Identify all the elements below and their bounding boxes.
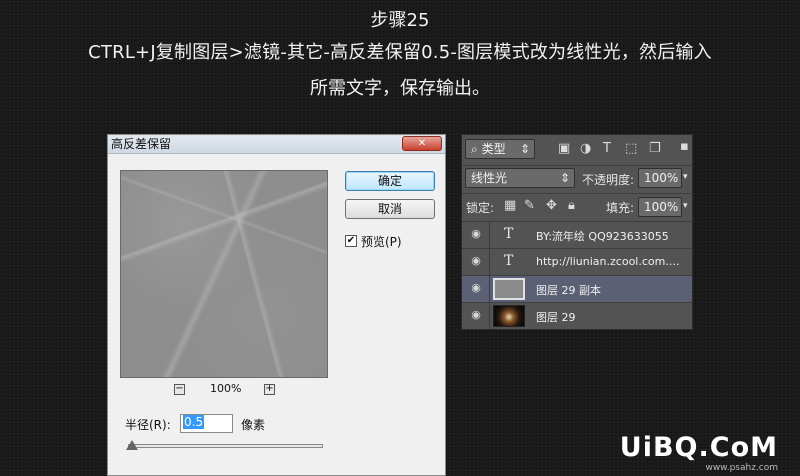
radius-input[interactable]: 0.5 [180,414,233,433]
divider [489,249,490,275]
blend-mode-value: 线性光 [471,171,508,185]
layer-row[interactable]: ◉ T http://liunian.zcool.com.... [462,248,692,275]
layer-row[interactable]: ◉ T BY:流年绘 QQ923633055 [462,221,692,248]
step-title: 步骤25 [370,10,430,31]
layer-thumbnail [493,278,525,300]
layer-name[interactable]: http://liunian.zcool.com.... [536,255,679,268]
eye-icon[interactable]: ◉ [469,254,483,268]
radius-slider-thumb[interactable] [126,440,138,450]
adjustment-filter-icon[interactable]: ◑ [580,141,591,156]
high-pass-dialog: 高反差保留 ✕ − 100% + 确定 取消 ✔ 预览(P) 半径(R): 0.… [107,134,446,476]
layer-filter-dropdown[interactable]: ⌕ 类型 ⇕ [465,139,535,159]
lock-transparent-icon[interactable]: ▦ [504,198,516,213]
layer-thumbnail [493,305,525,327]
eye-icon[interactable]: ◉ [469,227,483,241]
radius-value: 0.5 [183,415,205,429]
watermark-logo: UiBQ.CoM [619,432,778,463]
text-layer-icon: T [504,226,514,242]
divider [489,222,490,248]
layer-filter-label: 类型 [481,142,506,156]
lock-all-icon[interactable]: 🔒︎ [568,198,575,213]
layer-filter-row: ⌕ 类型 ⇕ ▣ ◑ T ⬚ ❐ ▪ [462,139,692,161]
fill-label: 填充: [606,201,635,215]
fill-dropdown-icon[interactable]: ▾ [683,201,688,211]
eye-icon[interactable]: ◉ [469,308,483,322]
smart-object-filter-icon[interactable]: ❐ [649,141,661,156]
site-watermark: UiBQ.CoM www.psahz.com [619,432,778,473]
close-button[interactable]: ✕ [402,136,442,151]
eye-icon[interactable]: ◉ [469,281,483,295]
lock-position-icon[interactable]: ✥ [546,198,557,213]
radius-unit: 像素 [241,418,266,432]
zoom-level: 100% [210,382,242,395]
divider [489,303,490,329]
text-layer-icon: T [504,253,514,269]
filter-preview-image[interactable] [120,170,328,378]
dropdown-arrows-icon: ⇕ [559,171,570,185]
search-icon: ⌕ [471,142,478,156]
pixel-filter-icon[interactable]: ▣ [558,141,570,156]
filter-toggle-icon[interactable]: ▪ [680,139,689,154]
blend-mode-dropdown[interactable]: 线性光 ⇕ [465,168,575,188]
lock-image-icon[interactable]: ✎ [524,198,535,213]
checkmark-icon: ✔ [346,235,356,246]
radius-slider-track[interactable] [128,444,323,448]
opacity-label: 不透明度: [582,173,635,187]
divider [489,276,490,302]
zoom-in-button[interactable]: + [264,384,275,395]
preview-checkbox-label[interactable]: 预览(P) [361,233,402,250]
type-filter-icon[interactable]: T [603,141,611,156]
watermark-url: www.psahz.com [705,463,778,473]
instruction-line-1: CTRL+J复制图层>滤镜-其它-高反差保留0.5-图层模式改为线性光，然后输入 [88,42,712,63]
dialog-title: 高反差保留 [108,135,445,154]
lock-label: 锁定: [466,201,495,215]
dropdown-arrows-icon: ⇕ [519,142,530,156]
opacity-dropdown-icon[interactable]: ▾ [683,172,688,182]
shape-filter-icon[interactable]: ⬚ [625,141,637,156]
opacity-input[interactable]: 100% [638,168,682,188]
blend-row: 线性光 ⇕ 不透明度: 100% ▾ [462,165,692,189]
fill-input[interactable]: 100% [638,197,682,217]
preview-checkbox[interactable]: ✔ [345,235,357,247]
layer-name[interactable]: 图层 29 [536,309,576,325]
cancel-button[interactable]: 取消 [345,199,435,219]
zoom-out-button[interactable]: − [174,384,185,395]
opacity-value: 100% [644,171,679,185]
layer-row[interactable]: ◉ 图层 29 [462,302,692,329]
layer-row-selected[interactable]: ◉ 图层 29 副本 [462,275,692,302]
layer-name[interactable]: 图层 29 副本 [536,282,601,298]
lock-row: 锁定: ▦ ✎ ✥ 🔒︎ 填充: 100% ▾ [462,193,692,219]
layer-name[interactable]: BY:流年绘 QQ923633055 [536,228,669,244]
ok-button[interactable]: 确定 [345,171,435,191]
layers-panel: ⌕ 类型 ⇕ ▣ ◑ T ⬚ ❐ ▪ 线性光 ⇕ 不透明度: 100% ▾ 锁定… [461,134,693,330]
instruction-line-2: 所需文字，保存输出。 [310,78,490,99]
fill-value: 100% [644,200,679,214]
radius-label: 半径(R): [125,418,171,432]
